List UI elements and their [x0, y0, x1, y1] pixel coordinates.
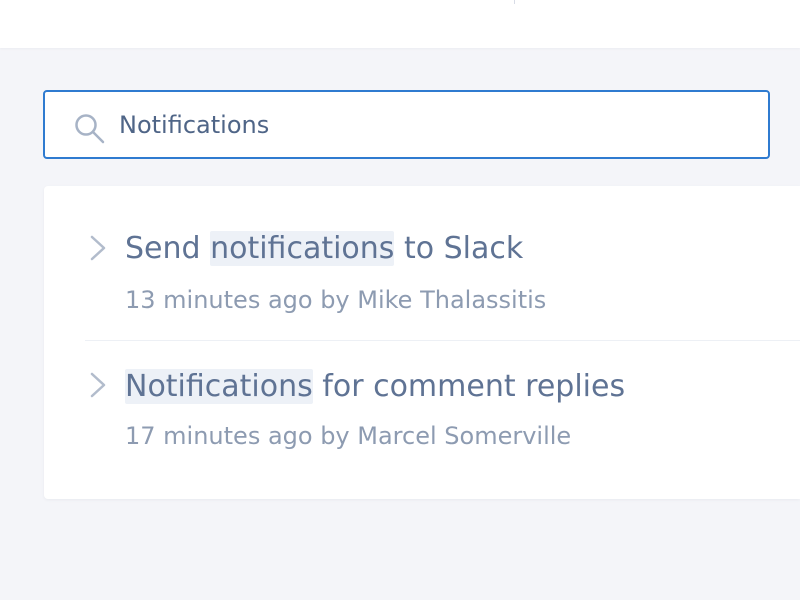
search-results: Send notifications to Slack 13 minutes a…	[44, 186, 800, 499]
chevron-right-icon[interactable]	[88, 235, 108, 261]
search-input[interactable]	[119, 102, 739, 148]
result-item[interactable]: Notifications for comment replies 17 min…	[44, 325, 800, 461]
result-title-suffix: to Slack	[394, 231, 524, 266]
search-icon	[73, 112, 107, 146]
result-title[interactable]: Notifications for comment replies	[125, 369, 626, 404]
result-title-prefix: Send	[125, 231, 211, 266]
result-meta: 13 minutes ago by Mike Thalassitis	[125, 286, 547, 314]
search-match-highlight: Notifications	[125, 369, 313, 404]
search-match-highlight: notifications	[210, 231, 395, 266]
top-bar	[0, 0, 800, 48]
result-title[interactable]: Send notifications to Slack	[125, 231, 524, 266]
result-item[interactable]: Send notifications to Slack 13 minutes a…	[44, 186, 800, 322]
result-title-suffix: for comment replies	[312, 369, 626, 404]
chevron-right-icon[interactable]	[88, 372, 108, 398]
result-meta: 17 minutes ago by Marcel Somerville	[125, 422, 572, 450]
top-bar-divider	[514, 0, 515, 4]
search-box[interactable]	[43, 90, 770, 159]
